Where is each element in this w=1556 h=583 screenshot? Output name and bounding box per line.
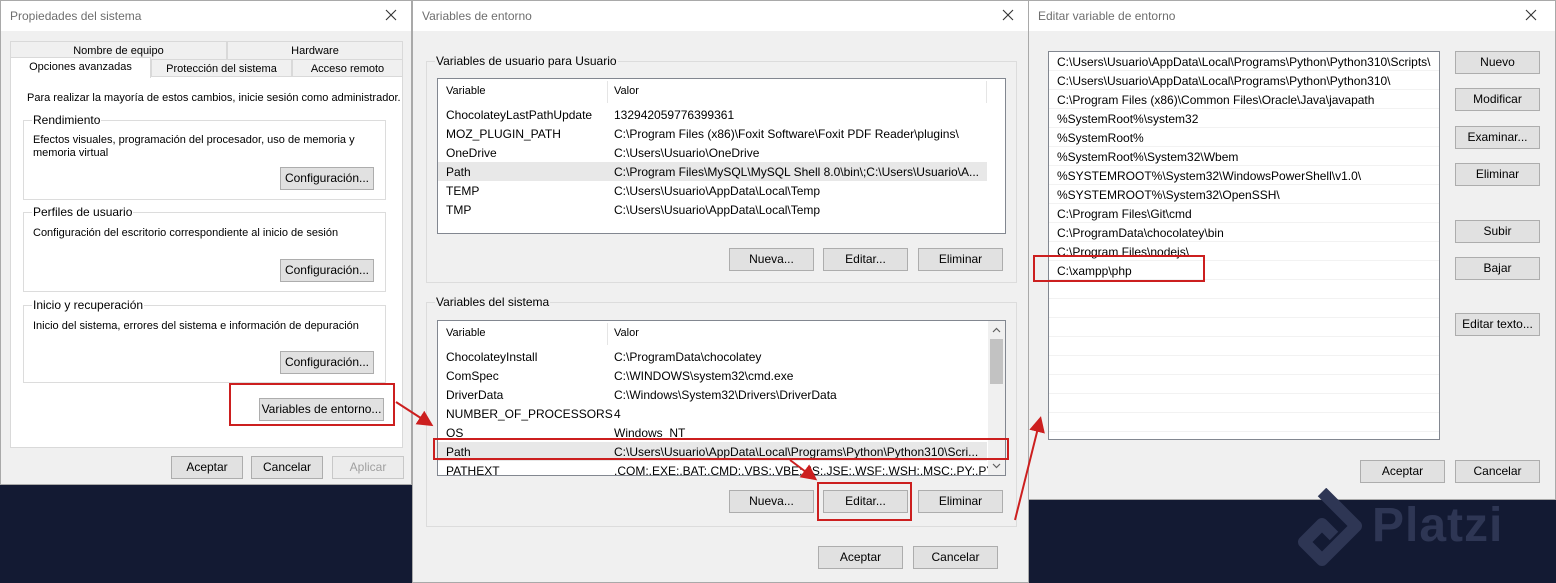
- column-separator: [986, 81, 987, 103]
- delete-button[interactable]: Eliminar: [1455, 163, 1540, 186]
- startup-recovery-group: Inicio y recuperación Inicio del sistema…: [23, 298, 386, 383]
- highlight-path-row: [433, 438, 1009, 460]
- environment-variables-window: Variables de entorno Variables de usuari…: [412, 0, 1029, 583]
- ok-button[interactable]: Aceptar: [818, 546, 903, 569]
- list-item[interactable]: %SystemRoot%: [1049, 128, 1439, 147]
- title-bar: Propiedades del sistema: [1, 1, 411, 31]
- title-bar: Variables de entorno: [413, 1, 1028, 31]
- admin-note: Para realizar la mayoría de estos cambio…: [27, 92, 401, 104]
- list-item-empty[interactable]: [1049, 280, 1439, 299]
- close-button[interactable]: [1511, 1, 1551, 31]
- group-label: Inicio y recuperación: [32, 298, 145, 312]
- table-row[interactable]: DriverData C:\Windows\System32\Drivers\Dr…: [438, 385, 987, 404]
- user-edit-button[interactable]: Editar...: [823, 248, 908, 271]
- startup-settings-button[interactable]: Configuración...: [280, 351, 374, 374]
- table-row[interactable]: OneDrive C:\Users\Usuario\OneDrive: [438, 143, 987, 162]
- move-up-button[interactable]: Subir: [1455, 220, 1540, 243]
- close-icon: [1002, 9, 1014, 21]
- cancel-button[interactable]: Cancelar: [913, 546, 998, 569]
- table-row[interactable]: NUMBER_OF_PROCESSORS 4: [438, 404, 987, 423]
- list-item[interactable]: C:\Program Files\Git\cmd: [1049, 204, 1439, 223]
- list-item[interactable]: %SYSTEMROOT%\System32\WindowsPowerShell\…: [1049, 166, 1439, 185]
- close-icon: [385, 9, 397, 21]
- watermark-text: Platzi: [1372, 499, 1504, 552]
- table-row[interactable]: ChocolateyLastPathUpdate 1329420597763993…: [438, 105, 987, 124]
- table-row[interactable]: TEMP C:\Users\Usuario\AppData\Local\Temp: [438, 181, 987, 200]
- scroll-up-icon[interactable]: [992, 327, 1001, 333]
- modify-button[interactable]: Modificar: [1455, 88, 1540, 111]
- group-label: Perfiles de usuario: [32, 205, 134, 219]
- column-separator: [607, 323, 608, 345]
- ok-button[interactable]: Aceptar: [171, 456, 243, 479]
- group-label: Variables del sistema: [435, 295, 551, 309]
- performance-settings-button[interactable]: Configuración...: [280, 167, 374, 190]
- table-row[interactable]: TMP C:\Users\Usuario\AppData\Local\Temp: [438, 200, 987, 219]
- tab-advanced[interactable]: Opciones avanzadas: [10, 57, 151, 78]
- group-label: Variables de usuario para Usuario: [435, 54, 618, 68]
- list-item[interactable]: C:\Users\Usuario\AppData\Local\Programs\…: [1049, 71, 1439, 90]
- group-description: Efectos visuales, programación del proce…: [33, 134, 355, 159]
- list-item[interactable]: C:\Users\Usuario\AppData\Local\Programs\…: [1049, 52, 1439, 71]
- user-new-button[interactable]: Nueva...: [729, 248, 814, 271]
- list-item-empty[interactable]: [1049, 318, 1439, 337]
- user-variables-list[interactable]: Variable Valor ChocolateyLastPathUpdate 1…: [437, 78, 1006, 234]
- title-bar: Editar variable de entorno: [1029, 1, 1555, 31]
- list-item[interactable]: C:\Program Files (x86)\Common Files\Orac…: [1049, 90, 1439, 109]
- performance-group: Rendimiento Efectos visuales, programaci…: [23, 113, 386, 200]
- list-item-empty[interactable]: [1049, 299, 1439, 318]
- column-header-variable[interactable]: Variable: [446, 85, 486, 97]
- table-row-selected[interactable]: Path C:\Program Files\MySQL\MySQL Shell 8…: [438, 162, 987, 181]
- table-row[interactable]: PATHEXT .COM;.EXE;.BAT;.CMD;.VBS;.VBE;.JS…: [438, 461, 1005, 475]
- window-title: Editar variable de entorno: [1038, 9, 1176, 23]
- list-item[interactable]: %SystemRoot%\System32\Wbem: [1049, 147, 1439, 166]
- cancel-button[interactable]: Cancelar: [1455, 460, 1540, 483]
- list-header: Variable Valor: [438, 321, 1005, 347]
- cancel-button[interactable]: Cancelar: [251, 456, 323, 479]
- highlight-env-button: [229, 383, 395, 426]
- user-profiles-group: Perfiles de usuario Configuración del es…: [23, 205, 386, 292]
- list-item[interactable]: %SystemRoot%\system32: [1049, 109, 1439, 128]
- column-header-value[interactable]: Valor: [614, 327, 639, 339]
- window-title: Variables de entorno: [422, 9, 532, 23]
- new-button[interactable]: Nuevo: [1455, 51, 1540, 74]
- user-delete-button[interactable]: Eliminar: [918, 248, 1003, 271]
- highlight-new-entry: [1033, 255, 1205, 282]
- close-icon: [1525, 9, 1537, 21]
- move-down-button[interactable]: Bajar: [1455, 257, 1540, 280]
- list-item-empty[interactable]: [1049, 337, 1439, 356]
- column-header-variable[interactable]: Variable: [446, 327, 486, 339]
- tab-hardware[interactable]: Hardware: [227, 41, 403, 60]
- list-item-empty[interactable]: [1049, 413, 1439, 432]
- scrollbar-thumb[interactable]: [990, 339, 1003, 384]
- table-row[interactable]: MOZ_PLUGIN_PATH C:\Program Files (x86)\Fo…: [438, 124, 987, 143]
- ok-button[interactable]: Aceptar: [1360, 460, 1445, 483]
- group-label: Rendimiento: [32, 113, 102, 127]
- list-item[interactable]: C:\ProgramData\chocolatey\bin: [1049, 223, 1439, 242]
- highlight-edit-button: [817, 482, 912, 521]
- window-title: Propiedades del sistema: [10, 9, 142, 23]
- group-description: Configuración del escritorio correspondi…: [33, 227, 339, 239]
- close-button[interactable]: [988, 1, 1028, 31]
- system-delete-button[interactable]: Eliminar: [918, 490, 1003, 513]
- edit-text-button[interactable]: Editar texto...: [1455, 313, 1540, 336]
- path-entries-list[interactable]: C:\Users\Usuario\AppData\Local\Programs\…: [1048, 51, 1440, 440]
- edit-environment-variable-window: Editar variable de entorno C:\Users\Usua…: [1028, 0, 1556, 500]
- list-item-empty[interactable]: [1049, 356, 1439, 375]
- scroll-down-icon[interactable]: [992, 463, 1001, 469]
- column-header-value[interactable]: Valor: [614, 85, 639, 97]
- close-button[interactable]: [371, 1, 411, 31]
- apply-button[interactable]: Aplicar: [332, 456, 404, 479]
- system-new-button[interactable]: Nueva...: [729, 490, 814, 513]
- list-item-empty[interactable]: [1049, 375, 1439, 394]
- group-description: Inicio del sistema, errores del sistema …: [33, 320, 359, 332]
- table-row[interactable]: ComSpec C:\WINDOWS\system32\cmd.exe: [438, 366, 987, 385]
- list-header: Variable Valor: [438, 79, 1005, 105]
- list-item[interactable]: %SYSTEMROOT%\System32\OpenSSH\: [1049, 185, 1439, 204]
- profiles-settings-button[interactable]: Configuración...: [280, 259, 374, 282]
- table-row[interactable]: ChocolateyInstall C:\ProgramData\chocolat…: [438, 347, 987, 366]
- column-separator: [607, 81, 608, 103]
- platzi-logo-icon: [1298, 488, 1362, 566]
- list-item-empty[interactable]: [1049, 394, 1439, 413]
- browse-button[interactable]: Examinar...: [1455, 126, 1540, 149]
